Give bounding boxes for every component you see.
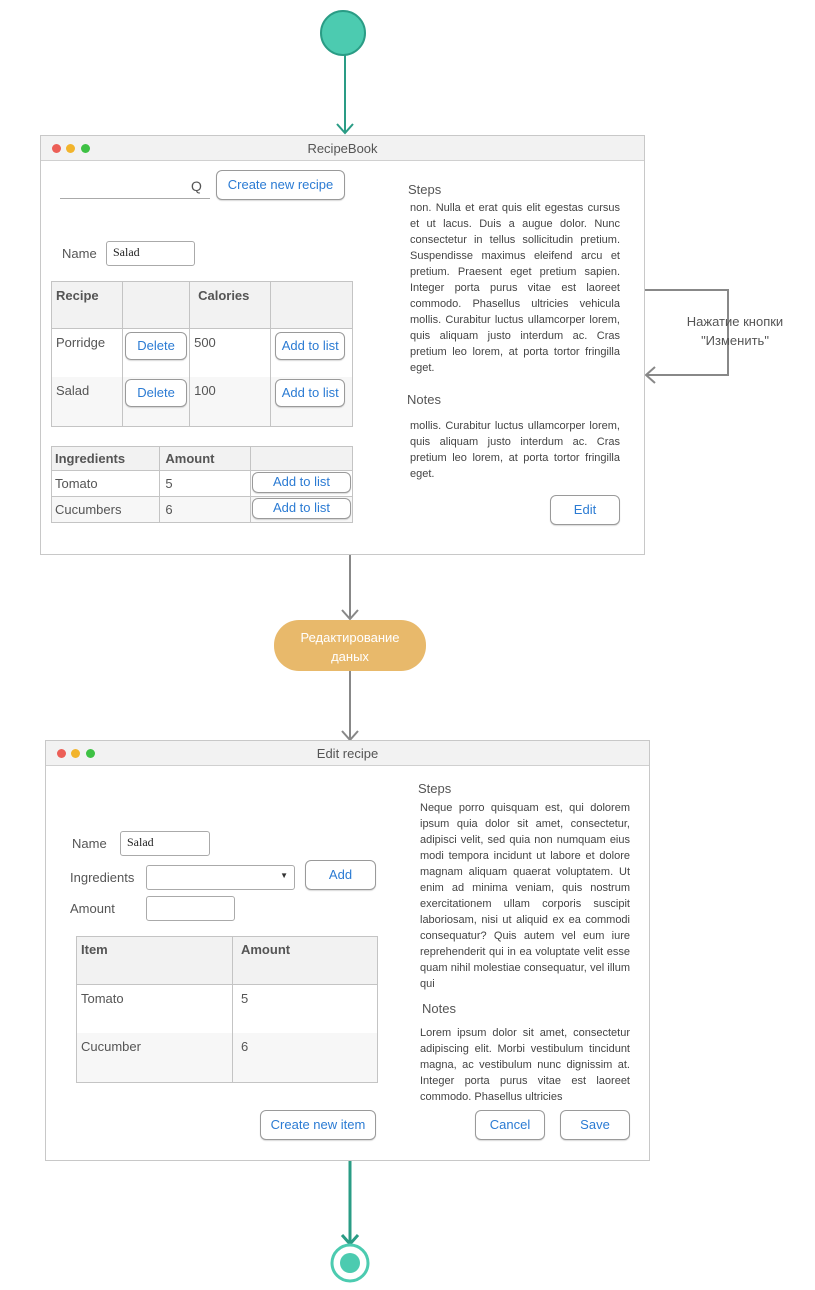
steps-text: non. Nulla et erat quis elit egestas cur… (410, 202, 620, 374)
add-to-list-button[interactable]: Add to list (251, 498, 351, 519)
header-amount: Amount (231, 936, 379, 985)
amount-cell: 5 (159, 470, 251, 497)
amount-cell: 5 (231, 984, 379, 1033)
name-field[interactable]: Salad (106, 241, 195, 266)
window-title: RecipeBook (307, 141, 378, 156)
table-header-row: Item Amount (76, 936, 379, 985)
recipes-table: Recipe Calories Porridge Delete 500 Add … (50, 281, 353, 427)
header-calories: Calories (189, 281, 272, 329)
ingredients-select[interactable]: ▼ (146, 865, 295, 890)
window-titlebar: Edit recipe (46, 741, 649, 766)
header-item: Item (76, 936, 233, 985)
create-item-button[interactable]: Create new item (260, 1110, 376, 1140)
table-row: Tomato 5 Add to list (50, 470, 354, 497)
ingredients-label: Ingredients (70, 870, 135, 885)
delete-button[interactable]: Delete (125, 332, 188, 360)
recipebook-window: RecipeBook Q Create new recipe Name Sala… (40, 135, 645, 555)
edit-recipe-window: Edit recipe Name Salad Ingredients ▼ Add… (45, 740, 650, 1161)
table-row: Salad Delete 100 Add to list (50, 376, 353, 427)
window-title: Edit recipe (316, 746, 379, 761)
recipe-name-cell: Salad (50, 376, 124, 427)
search-input[interactable] (60, 176, 210, 199)
name-label: Name (62, 246, 97, 261)
table-row: Cucumbers 6 Add to list (50, 496, 354, 523)
header-actions (122, 281, 191, 329)
window-titlebar: RecipeBook (41, 136, 644, 161)
table-row: Porridge Delete 500 Add to list (50, 328, 353, 377)
notes-heading: Notes (407, 392, 441, 407)
delete-button[interactable]: Delete (125, 378, 188, 407)
add-to-list-button[interactable]: Add to list (275, 378, 346, 407)
calories-cell: 500 (189, 328, 272, 377)
ingredients-table: Ingredients Amount Tomato 5 Add to list … (50, 446, 354, 523)
edit-button[interactable]: Edit (550, 495, 620, 525)
table-row: Tomato 5 (76, 984, 379, 1033)
add-to-list-button[interactable]: Add to list (251, 472, 351, 493)
items-table: Item Amount Tomato 5 Cucumber 6 (76, 936, 379, 1083)
amount-cell: 6 (159, 496, 251, 523)
add-to-list-button[interactable]: Add to list (275, 332, 346, 360)
start-node (320, 10, 366, 56)
save-button[interactable]: Save (560, 1110, 630, 1140)
amount-cell: 6 (231, 1032, 379, 1083)
notes-text: mollis. Curabitur luctus ullamcorper lor… (410, 420, 620, 480)
amount-label: Amount (70, 901, 115, 916)
search-icon[interactable]: Q (191, 178, 202, 194)
table-row: Cucumber 6 (76, 1032, 379, 1083)
steps-heading: Steps (408, 182, 442, 197)
ingredient-cell: Tomato (50, 470, 161, 497)
create-recipe-button[interactable]: Create new recipe (216, 170, 345, 200)
name-field[interactable]: Salad (120, 831, 210, 856)
notes-text: Lorem ipsum dolor sit amet, consectetur … (420, 1027, 630, 1103)
loop-label: Нажатие кнопки "Изменить" (686, 314, 784, 348)
calories-cell: 100 (189, 376, 272, 427)
add-button[interactable]: Add (305, 860, 376, 890)
notes-heading: Notes (422, 1001, 456, 1016)
decision-label: Редактирование даных (300, 630, 400, 664)
table-header-row: Ingredients Amount (50, 446, 354, 471)
header-list (249, 446, 354, 471)
recipe-name-cell: Porridge (50, 328, 124, 377)
steps-text: Neque porro quisquam est, qui dolorem ip… (420, 802, 630, 990)
item-cell: Tomato (76, 984, 233, 1033)
header-amount: Amount (159, 446, 251, 471)
header-recipe: Recipe (50, 281, 124, 329)
header-ingredients: Ingredients (50, 446, 161, 471)
header-list (270, 281, 353, 329)
steps-heading: Steps (418, 781, 452, 796)
name-label: Name (72, 836, 107, 851)
item-cell: Cucumber (76, 1032, 233, 1083)
ingredient-cell: Cucumbers (50, 496, 161, 523)
chevron-down-icon[interactable]: ▼ (280, 871, 288, 880)
end-node-core (340, 1253, 360, 1273)
table-header-row: Recipe Calories (50, 281, 353, 329)
cancel-button[interactable]: Cancel (475, 1110, 545, 1140)
amount-field[interactable] (146, 896, 235, 921)
